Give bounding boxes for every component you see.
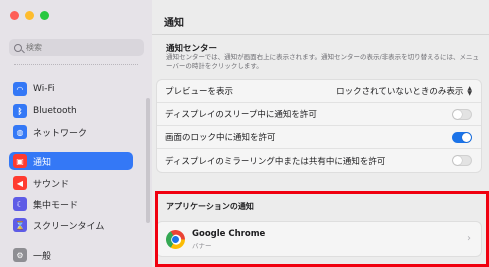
search-field[interactable] <box>9 39 144 56</box>
chevron-right-icon: › <box>467 233 471 244</box>
sidebar-item-focus[interactable]: ☾ 集中モード <box>9 195 133 213</box>
sleep-notify-toggle[interactable] <box>452 108 472 120</box>
settings-window: ◠ Wi-Fi ᛒ Bluetooth ◍ ネットワーク ▣ 通知 ◀ サウンド… <box>0 0 489 267</box>
title-divider <box>152 34 489 35</box>
preview-popup[interactable]: ロックされていないときのみ表示 ▲ ▼ <box>336 85 472 98</box>
hourglass-icon: ⌛ <box>13 218 27 232</box>
wifi-icon: ◠ <box>13 82 27 96</box>
globe-icon: ◍ <box>13 125 27 139</box>
mirroring-notify-label: ディスプレイのミラーリング中または共有中に通知を許可 <box>165 156 386 167</box>
sidebar-item-label: 一般 <box>33 251 52 262</box>
preview-label: プレビューを表示 <box>165 87 234 97</box>
sidebar-item-network[interactable]: ◍ ネットワーク <box>9 123 133 141</box>
minimize-button[interactable] <box>25 11 34 20</box>
sidebar-item-label: Bluetooth <box>33 106 77 116</box>
sidebar-item-sound[interactable]: ◀ サウンド <box>9 174 133 192</box>
zoom-button[interactable] <box>40 11 49 20</box>
app-alert-style: バナー <box>192 241 212 250</box>
sidebar-item-label: サウンド <box>33 179 70 190</box>
search-input[interactable] <box>26 43 136 52</box>
chevron-up-down-icon: ▲ ▼ <box>467 85 472 97</box>
sidebar-scrollbar[interactable] <box>146 98 150 223</box>
search-icon <box>14 43 22 52</box>
speaker-icon: ◀ <box>13 176 27 190</box>
preview-value: ロックされていないときのみ表示 <box>336 87 464 97</box>
sidebar-item-screen-time[interactable]: ⌛ スクリーンタイム <box>9 216 133 234</box>
chrome-icon <box>162 226 189 252</box>
app-name: Google Chrome <box>192 228 266 239</box>
lock-notify-label: 画面のロック中に通知を許可 <box>165 133 276 143</box>
sidebar: ◠ Wi-Fi ᛒ Bluetooth ◍ ネットワーク ▣ 通知 ◀ サウンド… <box>0 0 152 267</box>
sidebar-item-general[interactable]: ⚙ 一般 <box>9 246 133 264</box>
lock-notify-toggle[interactable] <box>452 131 472 143</box>
close-button[interactable] <box>10 11 19 20</box>
moon-icon: ☾ <box>13 197 27 211</box>
sidebar-item-bluetooth[interactable]: ᛒ Bluetooth <box>9 102 133 120</box>
lock-notify-row: 画面のロック中に通知を許可 <box>157 126 481 149</box>
sleep-notify-row: ディスプレイのスリープ中に通知を許可 <box>157 103 481 126</box>
sidebar-item-label: スクリーンタイム <box>33 221 105 232</box>
page-title: 通知 <box>164 18 184 29</box>
notification-center-description: 通知センターでは、通知が画面右上に表示されます。通知センターの表示/非表示を切り… <box>166 53 479 70</box>
sidebar-item-wifi[interactable]: ◠ Wi-Fi <box>9 80 133 98</box>
app-row-google-chrome[interactable]: Google Chrome バナー › <box>156 221 482 257</box>
app-notifications-heading: アプリケーションの通知 <box>166 202 254 211</box>
sleep-notify-label: ディスプレイのスリープ中に通知を許可 <box>165 110 317 120</box>
bell-icon: ▣ <box>13 154 27 168</box>
bluetooth-icon: ᛒ <box>13 104 27 118</box>
content-pane: 通知 通知センター 通知センターでは、通知が画面右上に表示されます。通知センター… <box>152 0 489 267</box>
sidebar-divider <box>14 64 138 65</box>
mirroring-notify-toggle[interactable] <box>452 155 472 166</box>
sidebar-item-label: 集中モード <box>33 200 79 211</box>
sidebar-item-label: ネットワーク <box>33 128 88 139</box>
sidebar-item-label: Wi-Fi <box>33 84 55 94</box>
window-controls <box>10 11 49 20</box>
sidebar-item-notifications[interactable]: ▣ 通知 <box>9 152 133 170</box>
preview-row: プレビューを表示 ロックされていないときのみ表示 ▲ ▼ <box>157 80 481 103</box>
mirroring-notify-row: ディスプレイのミラーリング中または共有中に通知を許可 <box>157 149 481 172</box>
sidebar-item-label: 通知 <box>33 157 52 168</box>
notification-settings-group: プレビューを表示 ロックされていないときのみ表示 ▲ ▼ ディスプレイのスリープ中… <box>156 79 482 173</box>
app-text: Google Chrome バナー <box>192 229 265 250</box>
gear-icon: ⚙ <box>13 248 27 262</box>
